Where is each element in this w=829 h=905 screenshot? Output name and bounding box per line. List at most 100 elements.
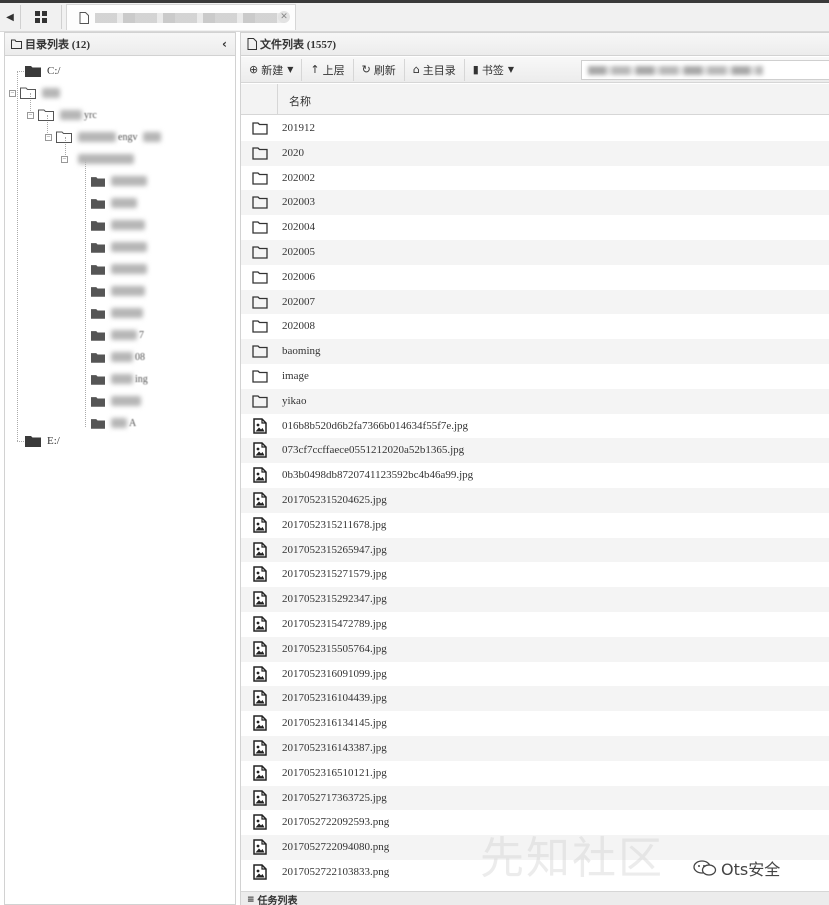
bookmark-icon: ▮ — [472, 63, 479, 76]
tree-node-child[interactable] — [91, 305, 143, 321]
tree-connector — [17, 71, 18, 441]
drive-label: C:/ — [47, 65, 61, 77]
watermark: Ots安全 — [693, 856, 780, 880]
file-name: baoming — [282, 345, 321, 358]
file-row[interactable]: 202008 — [241, 314, 829, 339]
file-row[interactable]: 202002 — [241, 166, 829, 191]
partial-folder-name: 7 — [139, 329, 144, 341]
file-name: 2017052717363725.jpg — [282, 791, 387, 804]
file-row[interactable]: yikao — [241, 388, 829, 414]
folder-icon — [25, 66, 41, 77]
file-row[interactable]: 202005 — [241, 239, 829, 265]
file-row[interactable]: 2017052315271579.jpg — [241, 562, 829, 587]
tree-node-child[interactable]: 08 — [91, 349, 145, 365]
file-name: 2017052315292347.jpg — [282, 593, 387, 606]
collapse-toggle-icon[interactable]: − — [45, 133, 52, 141]
file-row[interactable]: 2017052316143387.jpg — [241, 735, 829, 761]
task-list-bar[interactable]: ≡ 任务列表 — [241, 891, 829, 905]
home-button[interactable]: ⌂ 主目录 — [405, 58, 465, 81]
file-name: 2017052316134145.jpg — [282, 717, 387, 730]
redacted-folder-name — [111, 198, 137, 208]
image-file-icon — [252, 740, 268, 756]
file-name: 202006 — [282, 270, 315, 283]
tree-node-child[interactable] — [91, 261, 147, 277]
select-column-header[interactable] — [241, 84, 278, 115]
file-row[interactable]: 2020 — [241, 140, 829, 166]
file-name: 201912 — [282, 122, 315, 134]
partial-folder-name: A — [129, 417, 137, 429]
arrow-up-icon: ↑ — [310, 63, 320, 76]
tree-node-child[interactable]: ing — [91, 371, 148, 387]
file-row[interactable]: 202006 — [241, 265, 829, 290]
file-panel: 文件列表 (1557) ⊕ 新建 ▼ ↑ 上层 ↻ 刷新 ⌂ 主目录 ▮ 书签 … — [240, 32, 829, 905]
file-row[interactable]: 2017052315265947.jpg — [241, 537, 829, 563]
file-name: 202002 — [282, 171, 315, 184]
file-name: 2017052315204625.jpg — [282, 493, 387, 506]
image-file-icon — [252, 864, 268, 880]
file-row[interactable]: 201912 — [241, 116, 829, 141]
image-file-icon — [252, 467, 268, 483]
watermark-text: Ots安全 — [721, 860, 781, 879]
close-tab-icon[interactable]: ✕ — [278, 11, 290, 23]
tree-node-child[interactable]: 7 — [91, 327, 144, 343]
up-level-button[interactable]: ↑ 上层 — [302, 58, 354, 81]
name-column-header[interactable]: 名称 — [289, 93, 311, 109]
chevron-left-icon[interactable]: ‹ — [222, 37, 227, 51]
collapse-toggle-icon[interactable]: − — [27, 111, 34, 119]
file-row[interactable]: 2017052315505764.jpg — [241, 636, 829, 662]
file-row[interactable]: 2017052315204625.jpg — [241, 487, 829, 513]
tree-node-root[interactable]: − — [9, 85, 60, 101]
file-row[interactable]: 2017052315292347.jpg — [241, 587, 829, 612]
collapse-toggle-icon[interactable]: − — [61, 155, 68, 163]
tree-node-c-drive[interactable]: C:/ — [25, 63, 60, 79]
grid-menu-button[interactable] — [20, 5, 62, 29]
tree-node-child[interactable] — [91, 393, 141, 409]
tree-node-child[interactable]: A — [91, 415, 136, 431]
file-row[interactable]: 2017052316091099.jpg — [241, 662, 829, 687]
file-row[interactable]: 0b3b0498db8720741123592bc4b46a99.jpg — [241, 463, 829, 488]
redacted-folder-name — [78, 154, 134, 164]
tree-node-child[interactable] — [91, 217, 145, 233]
folder-icon — [252, 318, 268, 334]
bookmark-button[interactable]: ▮ 书签 ▼ — [465, 59, 522, 81]
file-row[interactable]: 2017052316510121.jpg — [241, 761, 829, 786]
file-row[interactable]: 202003 — [241, 190, 829, 216]
scroll-left-arrow-icon[interactable]: ◀ — [2, 5, 18, 29]
file-name: 016b8b520d6b2fa7366b014634f55f7e.jpg — [282, 419, 469, 432]
file-row[interactable]: 2017052315472789.jpg — [241, 612, 829, 637]
image-file-icon — [252, 640, 268, 657]
refresh-button[interactable]: ↻ 刷新 — [354, 58, 405, 81]
collapse-toggle-icon[interactable]: − — [9, 89, 16, 97]
tree-node-child[interactable] — [91, 283, 145, 299]
file-name: 2017052315505764.jpg — [282, 642, 387, 655]
file-row[interactable]: 2017052316134145.jpg — [241, 711, 829, 736]
tree-node-level3[interactable]: − engv — [45, 129, 162, 145]
caret-down-icon: ▼ — [287, 65, 294, 74]
tree-node-child[interactable] — [91, 195, 137, 211]
file-row[interactable]: 202007 — [241, 289, 829, 315]
file-row[interactable]: 2017052717363725.jpg — [241, 785, 829, 811]
file-row[interactable]: 202004 — [241, 215, 829, 240]
tree-node-child[interactable] — [91, 173, 147, 189]
redacted-folder-name — [111, 264, 147, 274]
file-panel-title: 文件列表 (1557) — [260, 39, 337, 51]
tree-node-level4[interactable]: − — [61, 151, 134, 167]
active-tab[interactable]: ✕ — [66, 4, 296, 30]
path-input[interactable] — [581, 60, 829, 80]
new-button[interactable]: ⊕ 新建 ▼ — [241, 58, 303, 81]
file-row[interactable]: image — [241, 364, 829, 389]
tree-connector — [85, 159, 86, 427]
file-name: 2017052315271579.jpg — [282, 568, 387, 581]
image-file-icon — [252, 492, 268, 508]
file-toolbar: ⊕ 新建 ▼ ↑ 上层 ↻ 刷新 ⌂ 主目录 ▮ 书签 ▼ — [241, 57, 829, 83]
tree-node-e-drive[interactable]: E:/ — [25, 433, 60, 449]
file-row[interactable]: 073cf7ccffaece0551212020a52b1365.jpg — [241, 438, 829, 464]
file-row[interactable]: 2017052316104439.jpg — [241, 686, 829, 712]
file-row[interactable]: 2017052315211678.jpg — [241, 513, 829, 538]
file-row[interactable]: baoming — [241, 339, 829, 364]
tree-node-child[interactable] — [91, 239, 147, 255]
file-row[interactable]: 016b8b520d6b2fa7366b014634f55f7e.jpg — [241, 414, 829, 439]
folder-icon — [91, 198, 105, 209]
image-file-icon — [252, 839, 268, 855]
tree-node-level2[interactable]: − yrc — [27, 107, 97, 123]
